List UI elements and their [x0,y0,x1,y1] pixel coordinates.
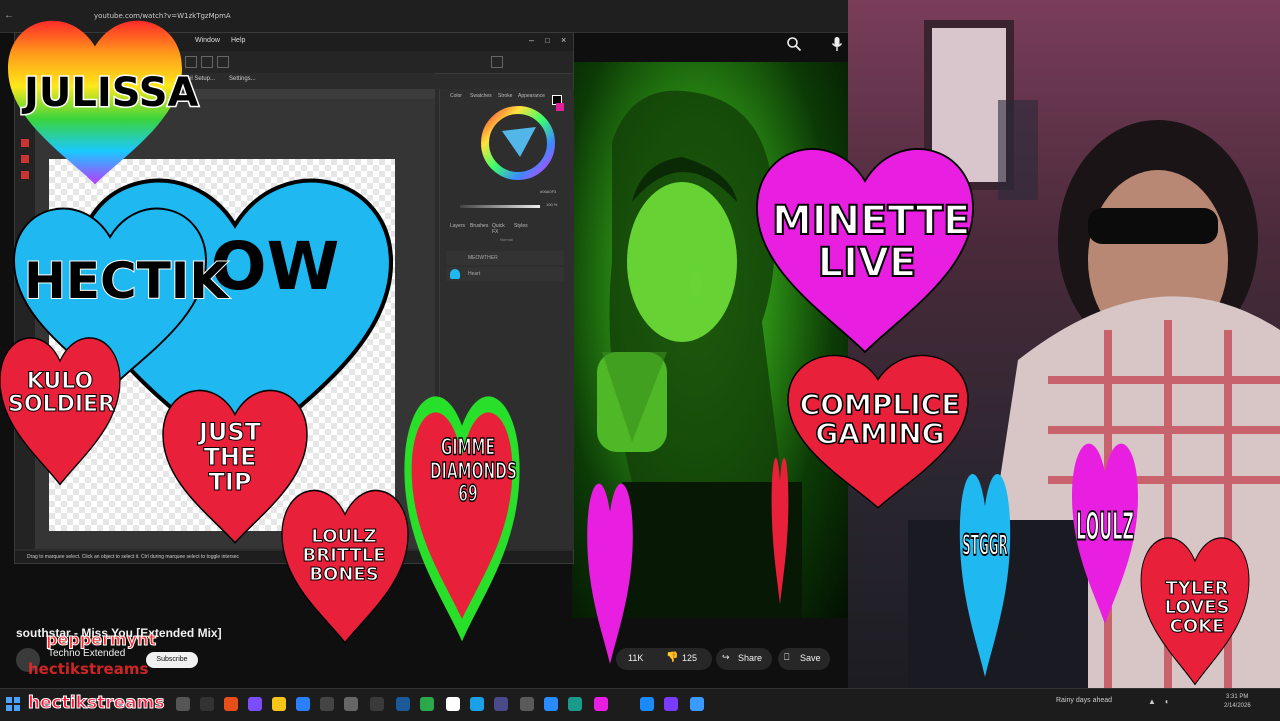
app-icon[interactable] [396,697,410,711]
tool-grid-icon[interactable] [201,56,213,68]
opacity-slider[interactable] [460,205,540,208]
menu-window[interactable]: Window [195,37,220,44]
kulo-soldier-label: KULO SOLDIER [8,369,116,418]
volume-icon[interactable]: ◖ [1164,697,1169,706]
weather-widget[interactable]: Rainy days ahead [1056,697,1112,704]
app-icon[interactable] [664,697,678,711]
status-bar: Drag to marquee select. Click an object … [15,551,573,563]
subscribe-button[interactable]: Subscribe [146,652,198,668]
app-icon[interactable] [420,697,434,711]
chrome-icon[interactable] [224,697,238,711]
just-the-tip-label: JUST THE TIP [198,418,262,497]
app-icon[interactable] [248,697,262,711]
complice-gaming-label: COMPLICE GAMING [799,388,961,451]
minimize-icon[interactable]: – [529,35,534,45]
tool-grid-icon[interactable] [185,56,197,68]
tab-brushes[interactable]: Brushes [470,223,488,229]
pencil-tool-icon[interactable] [21,171,29,179]
clock-date[interactable]: 2/14/2026 [1224,703,1251,709]
heart-thumbnail-icon [450,269,460,279]
channel-name[interactable]: Techno Extended [48,648,125,659]
layer-name: Heart [468,271,481,277]
brush-tool-icon[interactable] [21,155,29,163]
save-label: Save [800,653,821,663]
app-icon[interactable] [470,697,484,711]
save-button[interactable]: ⎕ Save [778,648,830,670]
url-text[interactable]: youtube.com/watch?v=W1zkTgzMpmA [94,12,231,20]
dislike-count[interactable]: 125 [682,653,697,663]
hectikstreams-small-label: hectikstreams [28,660,149,678]
minette-live-label: MINETTE LIVE [771,198,971,286]
network-icon[interactable]: ▲ [1148,697,1156,706]
blend-mode-select[interactable]: Normal [500,237,513,242]
app-icon[interactable] [344,697,358,711]
hex-value[interactable]: #06A0F3 [540,189,556,194]
taskbar: hectikstreams Rainy days ahead ▲ ◖ 3:31 … [0,688,1280,721]
search-icon[interactable] [786,36,802,52]
video-player[interactable] [572,62,848,622]
app-icon[interactable] [520,697,534,711]
tools-panel [15,89,35,549]
app-icon[interactable] [370,697,384,711]
tool-transform-icon[interactable] [491,56,503,68]
layer-row[interactable]: MEOWTHER [446,251,564,265]
pen-tool-icon[interactable] [21,139,29,147]
app-icon[interactable] [200,697,214,711]
video-frame-woman [597,90,802,622]
app-icon[interactable] [494,697,508,711]
obs-icon[interactable] [446,697,460,711]
layer-row[interactable]: Heart [446,267,564,281]
like-dislike-group: 11K 👎 125 [616,648,712,670]
windows-start-icon[interactable] [6,697,20,711]
steggr-label: STGGR [962,528,1009,563]
menu-help[interactable]: Help [231,37,245,44]
address-bar[interactable]: ← youtube.com/watch?v=W1zkTgzMpmA [0,0,848,33]
settings-button[interactable]: Settings... [229,76,256,82]
tab-quickfx[interactable]: Quick FX [492,223,505,235]
gimme-diamonds-label: GIMME DIAMONDS 69 [430,435,518,508]
tyler-loves-coke-label: TYLER LOVES COKE [1164,578,1230,637]
color-wheel[interactable] [480,105,556,181]
tab-swatches[interactable]: Swatches [470,93,492,99]
hectikstreams-label: hectikstreams [27,693,165,714]
app-icon[interactable] [690,697,704,711]
app-icon[interactable] [544,697,558,711]
app-icon[interactable] [640,697,654,711]
julissa-label: JULISSA [23,70,201,116]
like-button[interactable]: 11K [628,653,643,663]
tab-color[interactable]: Color [450,93,462,99]
tab-stroke[interactable]: Stroke [498,93,512,99]
app-icon[interactable] [594,697,608,711]
app-icon[interactable] [320,697,334,711]
app-icon[interactable] [568,697,582,711]
layer-name: MEOWTHER [468,255,498,261]
editor-menubar: Window Help – □ × [15,33,573,51]
fill-swatch[interactable] [556,103,564,111]
tab-layers[interactable]: Layers [450,223,465,229]
share-label: Share [738,653,763,663]
hectik-label: HECTIK [23,252,229,310]
clock-time[interactable]: 3:31 PM [1226,694,1248,700]
dislike-icon[interactable]: 👎 [666,652,678,663]
back-arrow-icon[interactable]: ← [4,10,14,21]
task-view-icon[interactable] [176,697,190,711]
file-explorer-icon[interactable] [272,697,286,711]
tab-appearance[interactable]: Appearance [518,93,545,99]
tool-grid-icon[interactable] [217,56,229,68]
share-icon: ↪ [722,652,730,662]
edge-icon[interactable] [296,697,310,711]
tab-styles[interactable]: Styles [514,223,528,229]
bookmark-icon: ⎕ [784,652,790,662]
microphone-icon[interactable] [830,36,844,52]
opacity-value[interactable]: 100 % [546,202,557,207]
status-text: Drag to marquee select. Click an object … [27,554,240,560]
close-icon[interactable]: × [561,35,566,45]
loulz-brittle-bones-label: LOULZ BRITTLE BONES [302,526,386,585]
peppermynt-label: peppermynt [45,630,157,650]
loulz-label: LOULZ [1076,503,1135,550]
maximize-icon[interactable]: □ [545,36,550,45]
share-button[interactable]: ↪ Share [716,648,772,670]
